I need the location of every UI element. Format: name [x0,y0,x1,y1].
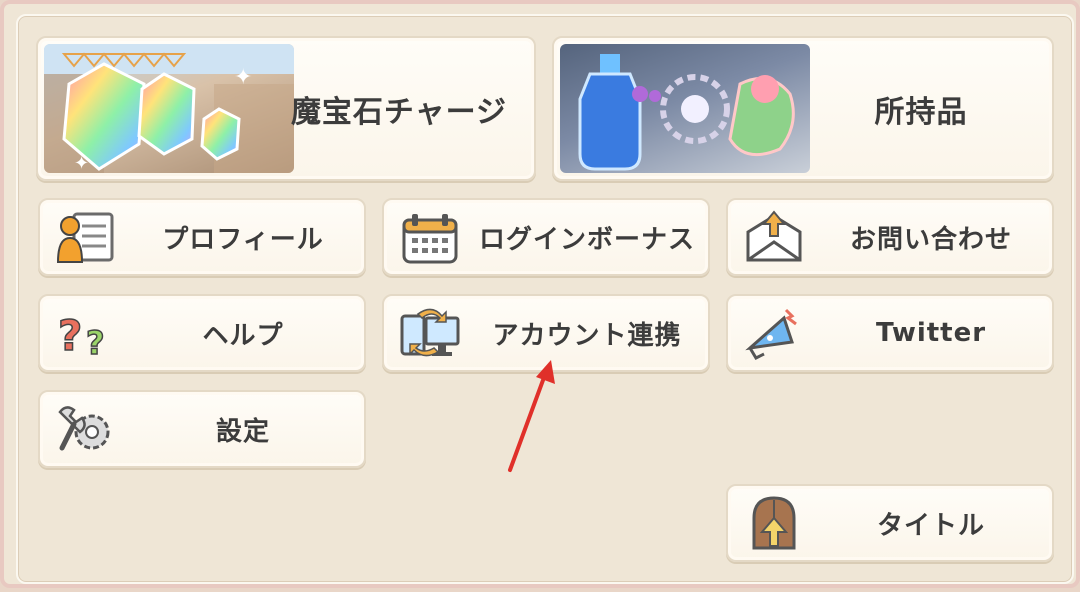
jewel-charge-label: 魔宝石チャージ [290,94,508,130]
jewel-charge-button[interactable]: ✦ ✦ 魔宝石チャージ [36,36,536,181]
door-icon [742,494,806,554]
profile-label: プロフィール [162,224,324,255]
gear-wrench-icon [54,400,118,460]
account-link-label: アカウント連携 [492,320,682,351]
twitter-button[interactable]: Twitter [726,294,1054,372]
twitter-label: Twitter [875,318,987,348]
profile-button[interactable]: プロフィール [38,198,366,276]
megaphone-icon [742,304,806,364]
title-label: タイトル [876,510,985,541]
help-label: ヘルプ [202,320,284,351]
rainbow-gem-icon: ✦ ✦ [44,44,294,173]
login-bonus-button[interactable]: ログインボーナス [382,198,710,276]
settings-label: 設定 [215,416,270,447]
inventory-button[interactable]: 所持品 [552,36,1054,181]
inventory-label: 所持品 [874,94,968,130]
help-button[interactable]: ? ? ヘルプ [38,294,366,372]
svg-text:✦: ✦ [234,65,252,90]
contact-button[interactable]: お問い合わせ [726,198,1054,276]
menu-panel: ✦ ✦ 魔宝石チャージ 所持品 プロフィール ログインボーナス お問い合わせ ?… [0,0,1080,588]
account-link-button[interactable]: アカウント連携 [382,294,710,372]
svg-text:?: ? [58,311,82,360]
login-bonus-label: ログインボーナス [479,224,696,255]
settings-button[interactable]: 設定 [38,390,366,468]
svg-text:✦: ✦ [74,153,89,173]
device-sync-icon [398,304,462,364]
calendar-icon [398,208,462,268]
title-button[interactable]: タイトル [726,484,1054,562]
mail-icon [742,208,806,268]
svg-text:?: ? [86,324,105,362]
potion-items-icon [578,54,795,171]
question-icon: ? ? [54,304,118,364]
inventory-art [560,44,810,173]
contact-label: お問い合わせ [849,224,1012,255]
jewel-charge-art: ✦ ✦ [44,44,294,173]
profile-card-icon [54,208,118,268]
